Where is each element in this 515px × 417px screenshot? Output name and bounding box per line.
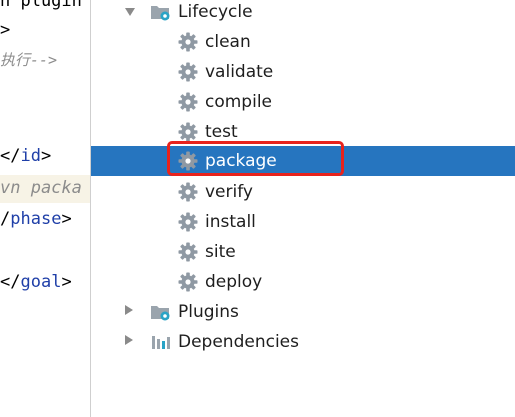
- code-comment-line: 执行-->: [0, 51, 58, 69]
- phase-label: validate: [205, 62, 274, 82]
- phase-item-verify[interactable]: verify: [91, 177, 515, 207]
- phase-item-clean[interactable]: clean: [91, 27, 515, 57]
- gear-icon: [178, 182, 198, 202]
- gear-icon: [178, 242, 198, 262]
- expand-arrow-icon[interactable]: [125, 335, 133, 345]
- code-editor[interactable]: n plugin > 执行--> </id> vn packa /phase> …: [0, 0, 90, 417]
- expand-arrow-icon[interactable]: [125, 305, 133, 315]
- tree-node-label: Lifecycle: [178, 2, 253, 22]
- phase-label: install: [205, 212, 256, 232]
- phase-item-compile[interactable]: compile: [91, 87, 515, 117]
- phase-item-validate[interactable]: validate: [91, 57, 515, 87]
- phase-label: clean: [205, 32, 251, 52]
- gear-icon: [178, 92, 198, 112]
- lifecycle-folder-icon: [150, 2, 170, 22]
- tree-node-label: Plugins: [178, 302, 239, 322]
- gear-icon: [178, 32, 198, 52]
- phase-item-site[interactable]: site: [91, 237, 515, 267]
- tree-node-dependencies[interactable]: Dependencies: [91, 327, 515, 357]
- plugins-folder-icon: [150, 302, 170, 322]
- gear-icon: [178, 212, 198, 232]
- tree-node-lifecycle[interactable]: Lifecycle: [91, 0, 515, 27]
- expand-arrow-icon[interactable]: [125, 8, 135, 16]
- phase-label: compile: [205, 92, 273, 112]
- highlight-annotation-box: [167, 141, 344, 176]
- code-line: n plugin: [0, 0, 82, 11]
- tree-node-plugins[interactable]: Plugins: [91, 297, 515, 327]
- phase-label: verify: [205, 182, 253, 202]
- maven-tree: Lifecycle clean validate compile test pa…: [91, 0, 515, 417]
- code-comment-line: vn packa: [0, 178, 82, 198]
- gear-icon: [178, 272, 198, 292]
- dependencies-icon: [150, 332, 170, 352]
- code-line-goal: </goal>: [0, 272, 72, 292]
- gear-icon: [178, 122, 198, 142]
- tree-node-label: Dependencies: [178, 332, 299, 352]
- phase-label: site: [205, 242, 236, 262]
- phase-label: deploy: [205, 272, 263, 292]
- phase-item-deploy[interactable]: deploy: [91, 267, 515, 297]
- gear-icon: [178, 62, 198, 82]
- code-line-phase: /phase>: [0, 209, 72, 229]
- code-line: >: [0, 20, 11, 40]
- code-line-id: </id>: [0, 146, 52, 166]
- phase-item-install[interactable]: install: [91, 207, 515, 237]
